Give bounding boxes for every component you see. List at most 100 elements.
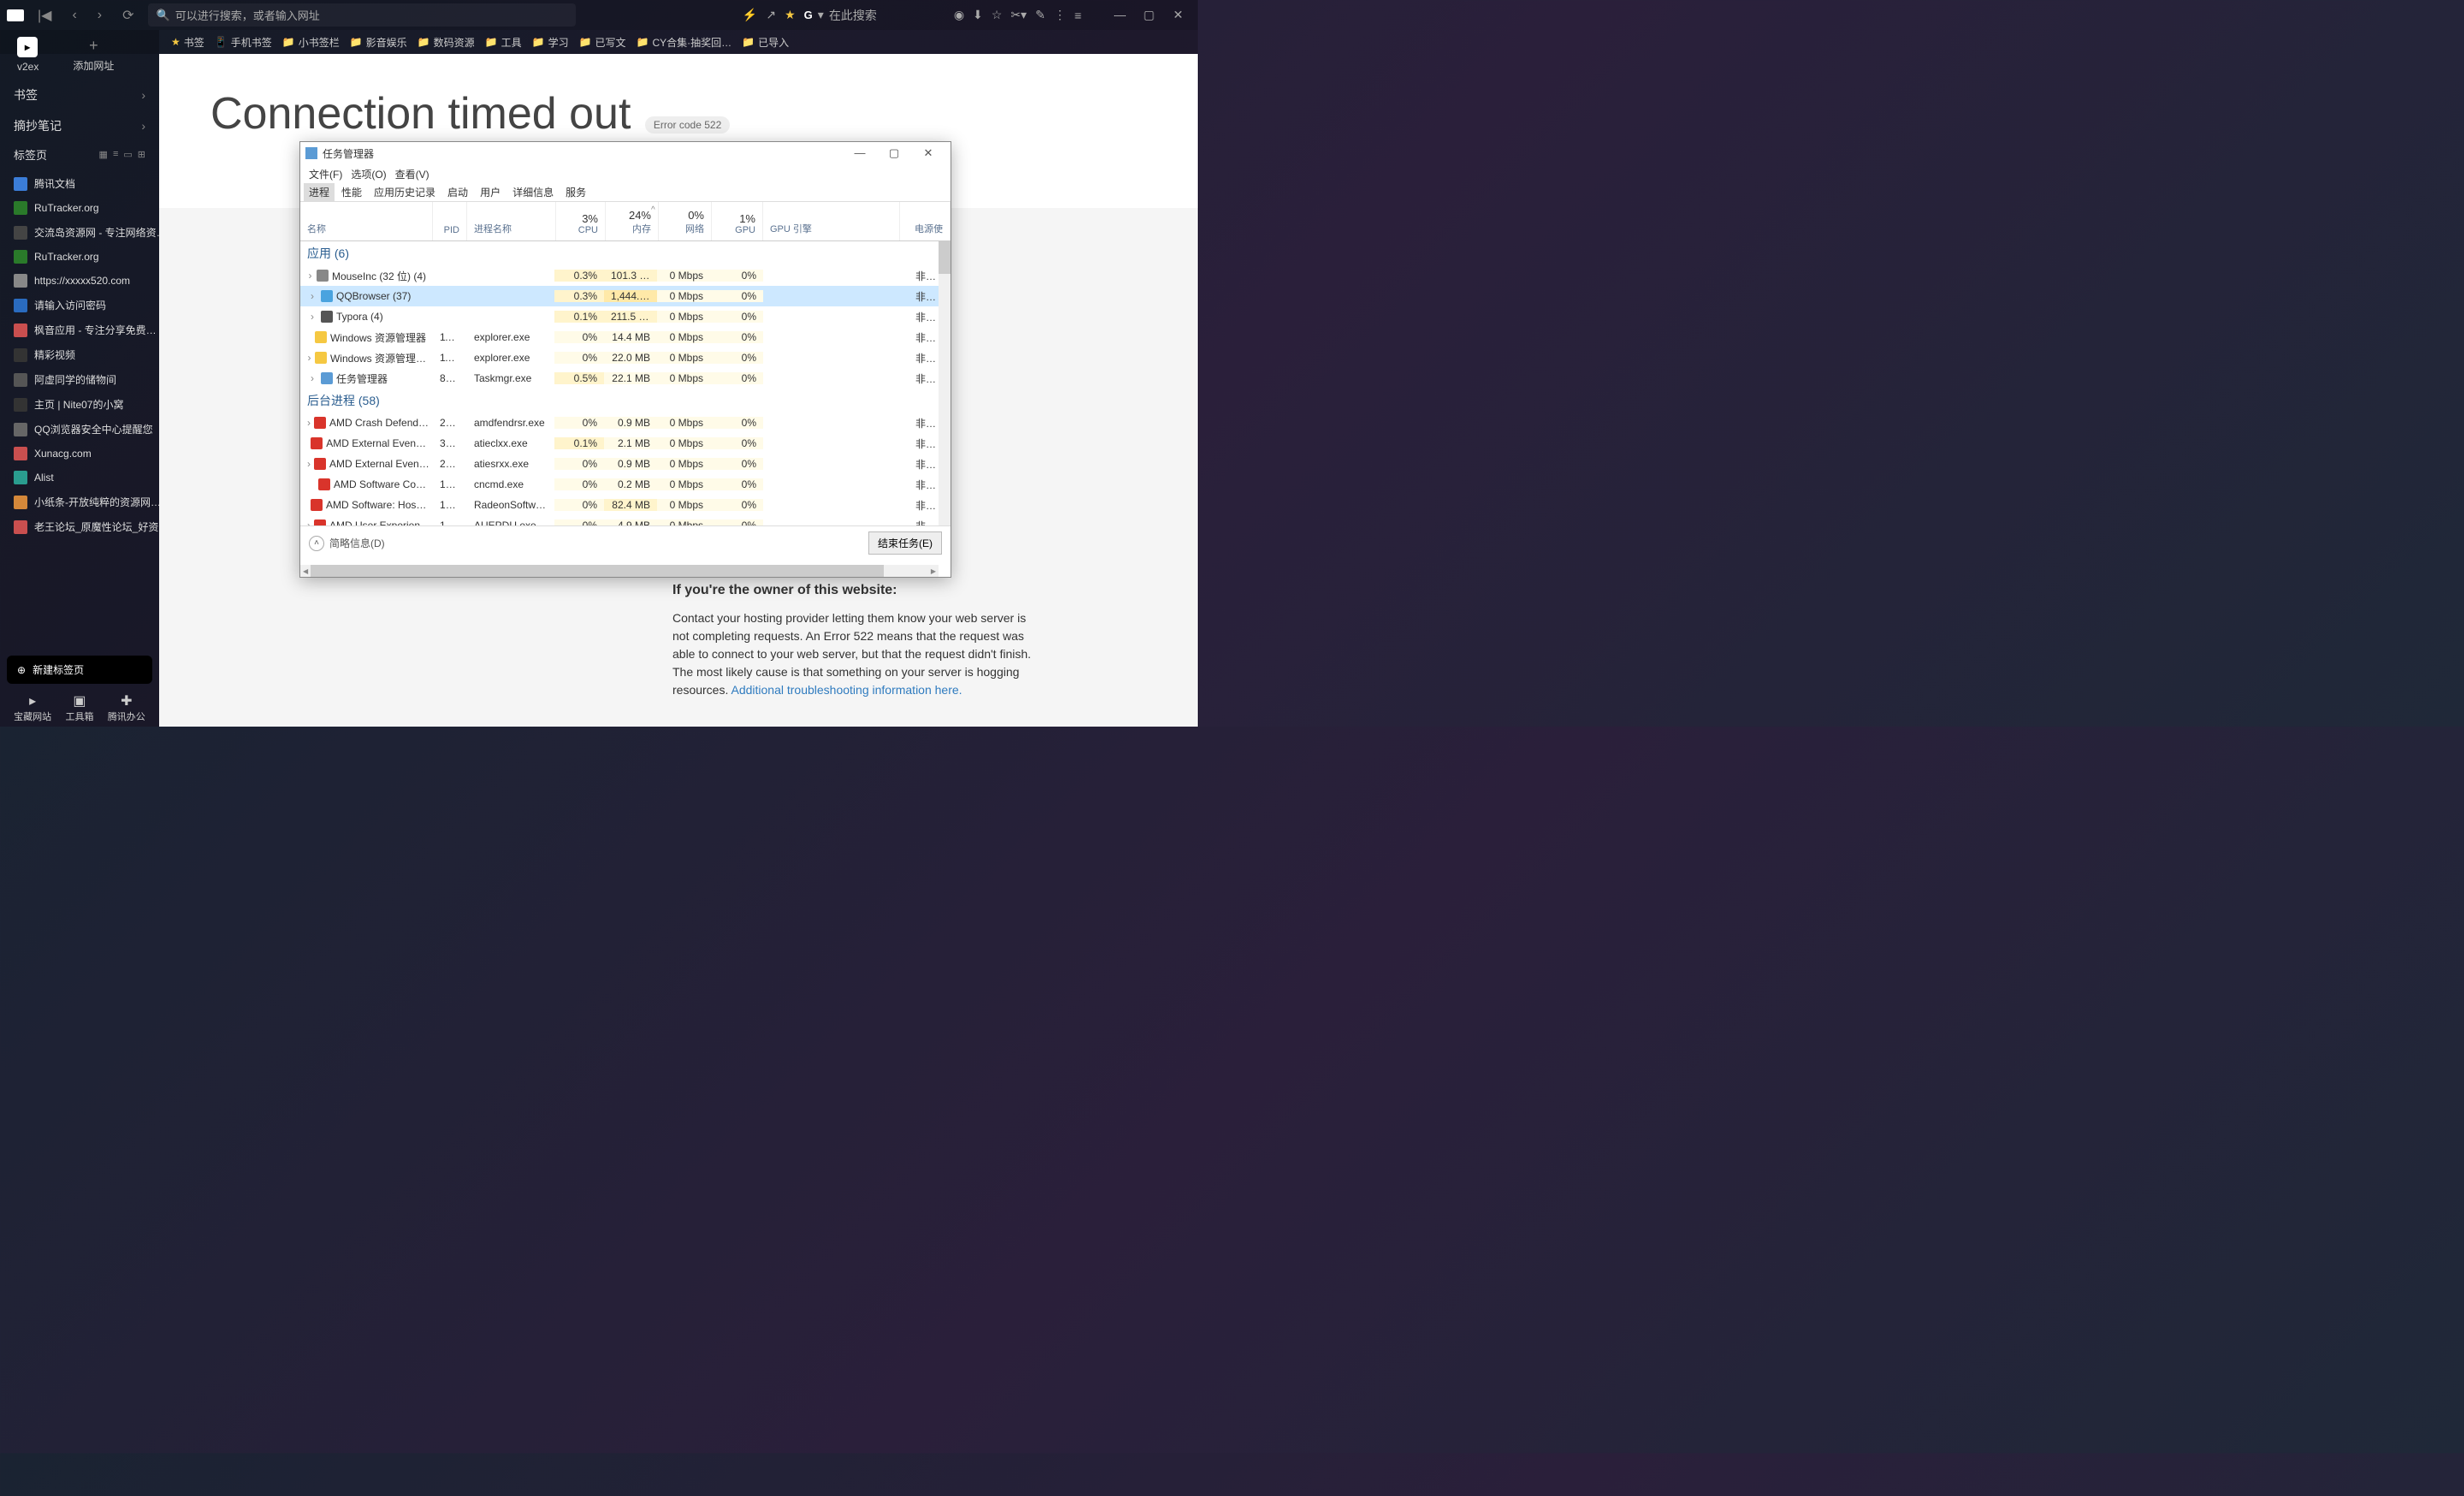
tm-process-row[interactable]: Windows 资源管理器11364explorer.exe0%14.4 MB0…	[300, 327, 951, 347]
tm-menu-item[interactable]: 文件(F)	[305, 165, 346, 183]
tm-tab[interactable]: 进程	[304, 183, 335, 201]
sidebar-item[interactable]: https://xxxxx520.com	[0, 269, 159, 293]
bookmark-item[interactable]: 📱手机书签	[215, 35, 272, 50]
tm-scrollbar-v[interactable]	[939, 241, 951, 525]
fav-icon[interactable]: ☆	[992, 8, 1003, 22]
sidebar-item[interactable]: RuTracker.org	[0, 196, 159, 220]
tm-fewer-details[interactable]: ˄ 简略信息(D)	[309, 536, 385, 551]
search-engine[interactable]: G ▾ 在此搜索	[804, 7, 877, 24]
nav-back[interactable]: ‹	[65, 4, 83, 27]
view-icon-4[interactable]: ⊞	[138, 149, 145, 160]
tm-end-task-button[interactable]: 结束任务(E)	[868, 531, 942, 555]
tm-scrollbar-h[interactable]	[300, 565, 939, 577]
bookmark-item[interactable]: 📁已导入	[742, 35, 789, 50]
view-icon-3[interactable]: ▭	[123, 149, 132, 160]
bookmark-item[interactable]: 📁数码资源	[418, 35, 475, 50]
sidebar-section-bookmarks[interactable]: 书签›	[0, 80, 159, 110]
tm-process-row[interactable]: ›MouseInc (32 位) (4)0.3%101.3 MB0 Mbps0%…	[300, 265, 951, 286]
tm-close[interactable]: ✕	[911, 146, 945, 160]
sidebar-toggle[interactable]: |◀	[31, 3, 58, 27]
pinned-tab[interactable]: ▸ v2ex	[17, 37, 38, 73]
scissors-icon[interactable]: ✂▾	[1010, 8, 1027, 22]
address-bar[interactable]: 🔍 可以进行搜索，或者输入网址	[148, 3, 576, 27]
profile-icon[interactable]: ◉	[954, 8, 964, 22]
nav-reload[interactable]: ⟳	[116, 3, 140, 27]
sidebar-item[interactable]: 精彩视频	[0, 342, 159, 367]
tm-tab[interactable]: 详细信息	[507, 183, 559, 201]
tm-process-row[interactable]: ›Windows 资源管理…11508explorer.exe0%22.0 MB…	[300, 347, 951, 368]
tm-tabs: 进程性能应用历史记录启动用户详细信息服务	[300, 183, 951, 202]
troubleshoot-link[interactable]: Additional troubleshooting information h…	[731, 683, 962, 697]
tm-tab[interactable]: 性能	[336, 183, 367, 201]
nav-forward[interactable]: ›	[91, 4, 109, 27]
bottom-bar-item[interactable]: ▸宝藏网站	[14, 692, 51, 723]
sidebar-item[interactable]: 交流岛资源网 - 专注网络资…	[0, 220, 159, 245]
tm-minimize[interactable]: —	[843, 146, 877, 160]
menu-icon[interactable]: ≡	[1075, 9, 1081, 22]
th-pname[interactable]: 进程名称	[467, 202, 556, 240]
th-mem[interactable]: 24%内存	[606, 202, 659, 240]
bookmark-item[interactable]: 📁CY合集·抽奖回…	[637, 35, 732, 50]
sidebar-item[interactable]: Alist	[0, 466, 159, 490]
window-maximize[interactable]: ▢	[1136, 8, 1162, 22]
bookmark-item[interactable]: ★书签	[171, 35, 204, 50]
bottom-bar-item[interactable]: ▣工具箱	[65, 692, 93, 723]
tm-tab[interactable]: 应用历史记录	[369, 183, 441, 201]
sidebar-item[interactable]: 枫音应用 - 专注分享免费…	[0, 318, 159, 342]
sidebar-item[interactable]: 老王论坛_原魔性论坛_好资…	[0, 514, 159, 539]
edit-icon[interactable]: ✎	[1035, 8, 1045, 22]
window-minimize[interactable]: —	[1107, 8, 1133, 22]
tm-group-header[interactable]: 应用 (6)	[300, 241, 951, 265]
tm-titlebar[interactable]: 任务管理器 — ▢ ✕	[300, 142, 951, 164]
tm-menu-item[interactable]: 选项(O)	[347, 165, 389, 183]
tm-process-row[interactable]: ›Typora (4)0.1%211.5 MB0 Mbps0%非常低	[300, 306, 951, 327]
window-close[interactable]: ✕	[1165, 8, 1191, 22]
toolbar-icons: ⚡ ↗ ★ G ▾ 在此搜索 ◉ ⬇ ☆ ✂▾ ✎ ⋮ ≡ — ▢ ✕	[743, 7, 1191, 24]
th-net[interactable]: 0%网络	[659, 202, 712, 240]
sidebar-item[interactable]: 腾讯文档	[0, 171, 159, 196]
bolt-icon[interactable]: ⚡	[743, 8, 757, 22]
sidebar-item[interactable]: 主页 | Nite07的小窝	[0, 392, 159, 417]
tm-process-row[interactable]: AMD External Even…3764atieclxx.exe0.1%2.…	[300, 433, 951, 454]
view-icon-2[interactable]: ≡	[113, 149, 118, 160]
tm-tab[interactable]: 服务	[560, 183, 591, 201]
share-icon[interactable]: ↗	[766, 8, 776, 22]
sidebar-item[interactable]: QQ浏览器安全中心提醒您	[0, 417, 159, 442]
bookmark-item[interactable]: 📁小书签栏	[282, 35, 340, 50]
tm-process-row[interactable]: ›AMD External Even…2176atiesrxx.exe0%0.9…	[300, 454, 951, 474]
tm-tab[interactable]: 启动	[442, 183, 473, 201]
bookmark-item[interactable]: 📁学习	[532, 35, 569, 50]
tm-process-row[interactable]: ›任务管理器8976Taskmgr.exe0.5%22.1 MB0 Mbps0%…	[300, 368, 951, 389]
tm-maximize[interactable]: ▢	[877, 146, 911, 160]
sidebar-item[interactable]: 请输入访问密码	[0, 293, 159, 318]
th-cpu[interactable]: 3%CPU	[556, 202, 606, 240]
tm-process-row[interactable]: ›AMD User Experien…11352AUEPDU.exe0%4.9 …	[300, 515, 951, 525]
tm-process-row[interactable]: ›AMD Crash Defend…2184amdfendrsr.exe0%0.…	[300, 413, 951, 433]
sidebar-item[interactable]: 阿虚同学的储物间	[0, 367, 159, 392]
more-icon[interactable]: ⋮	[1054, 8, 1066, 22]
bottom-bar-item[interactable]: ✚腾讯办公	[108, 692, 145, 723]
th-power[interactable]: 电源使	[900, 202, 951, 240]
tm-tab[interactable]: 用户	[475, 183, 506, 201]
new-tab-button[interactable]: ⊕ 新建标签页	[7, 656, 152, 684]
sidebar-item[interactable]: Xunacg.com	[0, 442, 159, 466]
th-gpu[interactable]: 1%GPU	[712, 202, 763, 240]
sidebar-section-notes[interactable]: 摘抄笔记›	[0, 110, 159, 141]
add-tab[interactable]: + 添加网址	[73, 37, 114, 73]
bookmark-item[interactable]: 📁影音娱乐	[350, 35, 407, 50]
sidebar-item[interactable]: RuTracker.org	[0, 245, 159, 269]
tm-group-header[interactable]: 后台进程 (58)	[300, 389, 951, 413]
tm-process-row[interactable]: ›QQBrowser (37)0.3%1,444.7 …0 Mbps0%非常低	[300, 286, 951, 306]
bookmark-item[interactable]: 📁工具	[485, 35, 522, 50]
sidebar-item[interactable]: 小纸条-开放纯粹的资源网…	[0, 490, 159, 514]
bookmark-star-icon[interactable]: ★	[785, 8, 796, 22]
view-icon-1[interactable]: ▦	[99, 149, 108, 160]
download-icon[interactable]: ⬇	[973, 8, 983, 22]
th-name[interactable]: 名称	[300, 202, 433, 240]
bookmark-item[interactable]: 📁已写文	[579, 35, 626, 50]
tm-menu-item[interactable]: 查看(V)	[392, 165, 433, 183]
th-gpueng[interactable]: GPU 引擎	[763, 202, 900, 240]
th-pid[interactable]: PID	[433, 202, 467, 240]
tm-process-row[interactable]: AMD Software: Hos…10164RadeonSoftware.e……	[300, 495, 951, 515]
tm-process-row[interactable]: AMD Software Co…10748cncmd.exe0%0.2 MB0 …	[300, 474, 951, 495]
